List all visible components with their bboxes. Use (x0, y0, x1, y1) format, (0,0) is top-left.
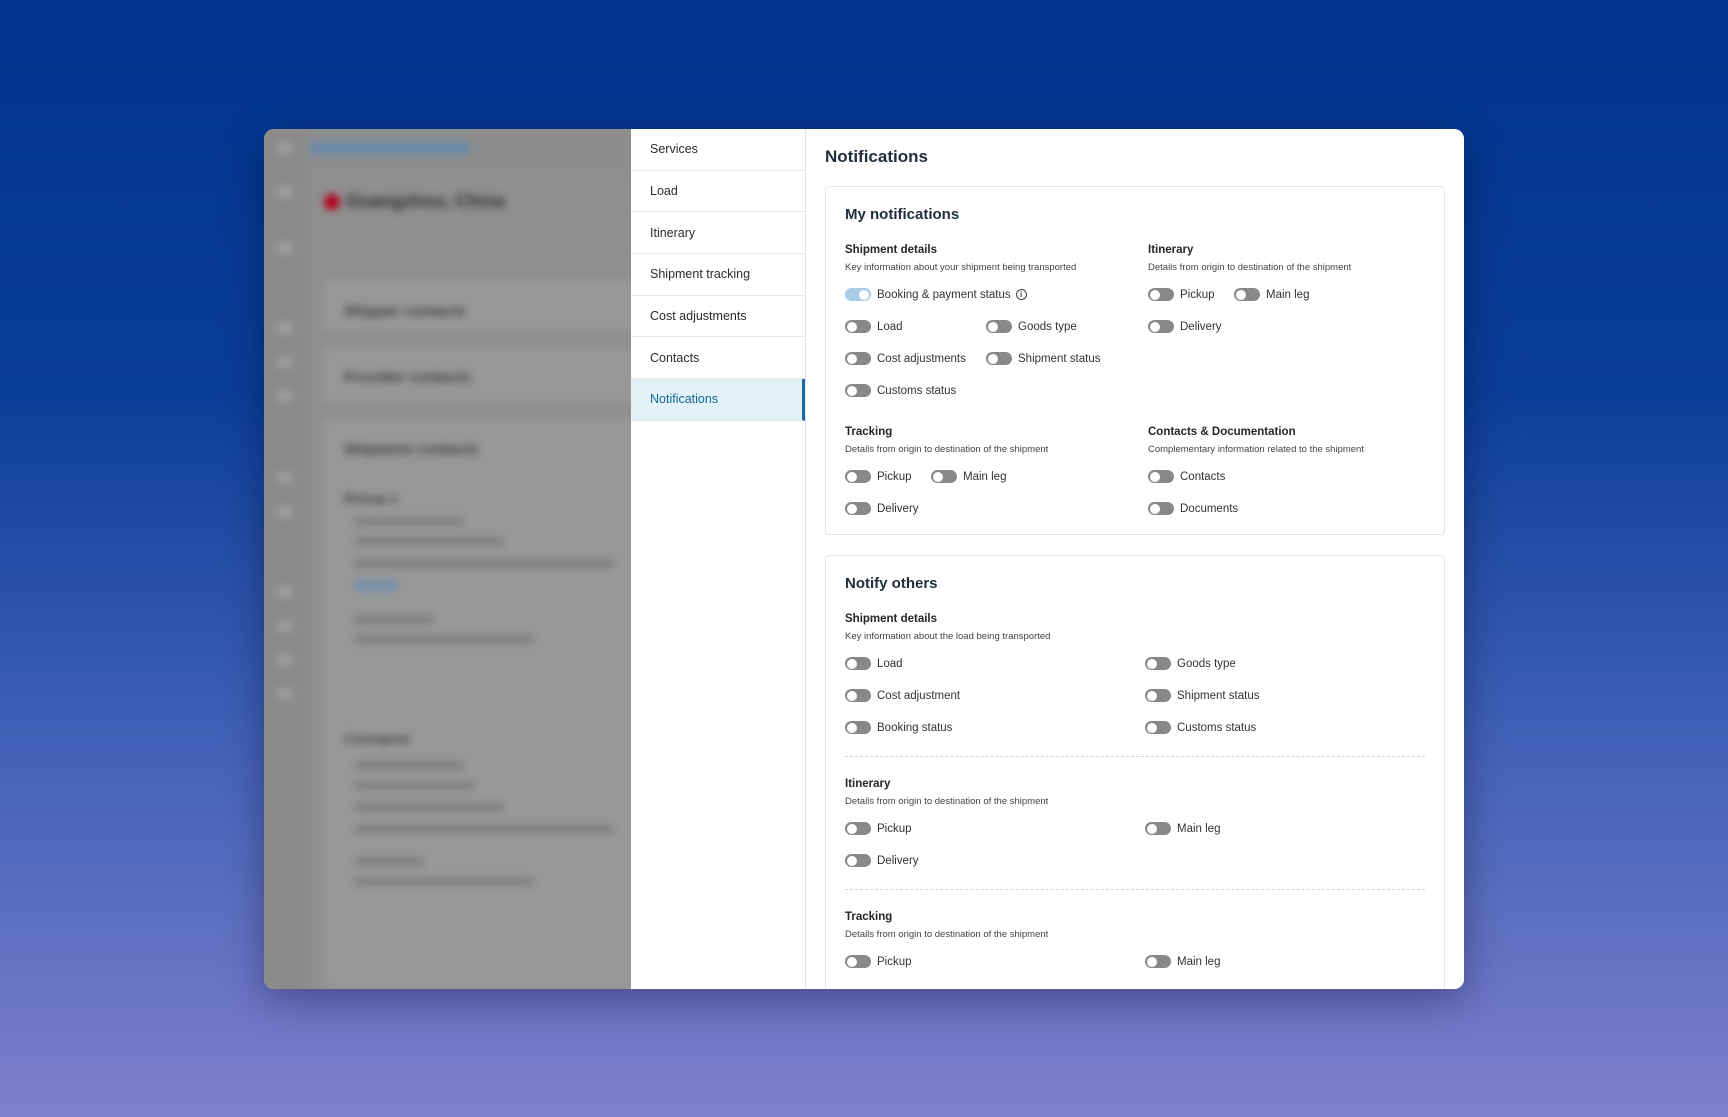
nav-item-contacts[interactable]: Contacts (631, 337, 805, 380)
toggle-switch[interactable] (845, 384, 871, 397)
toggle-others-shipment-status: Shipment status (1145, 689, 1259, 702)
toggle-switch[interactable] (1145, 689, 1171, 702)
toggle-documents: Documents (1148, 502, 1238, 515)
toggle-shipment-status: Shipment status (986, 352, 1100, 365)
toggle-switch[interactable] (1148, 470, 1174, 483)
toggle-cost-adjustments: Cost adjustments (845, 352, 966, 365)
card-title: Notify others (845, 575, 938, 592)
nav-item-notifications[interactable]: Notifications (631, 379, 805, 421)
toggle-switch[interactable] (1145, 721, 1171, 734)
notify-others-card: Notify others Shipment details Key infor… (825, 555, 1445, 989)
toggle-others-load: Load (845, 657, 903, 670)
my-notifications-card: My notifications Shipment details Key in… (825, 186, 1445, 535)
toggle-switch[interactable] (931, 470, 957, 483)
background-logo (310, 141, 470, 155)
nav-item-load[interactable]: Load (631, 171, 805, 213)
tracking-section: Tracking Details from origin to destinat… (845, 911, 1048, 940)
section-title: Tracking (845, 426, 893, 438)
info-icon[interactable]: i (1015, 289, 1027, 300)
toggle-others-tracking-pickup: Pickup (845, 955, 912, 968)
section-subtitle: Key information about your shipment bein… (845, 262, 1077, 273)
notifications-panel: Notifications My notifications Shipment … (806, 129, 1464, 989)
toggle-switch[interactable] (845, 721, 871, 734)
nav-item-cost-adjustments[interactable]: Cost adjustments (631, 296, 805, 338)
shipment-details-section: Shipment details Key information about t… (845, 613, 1050, 642)
section-title: Itinerary (1148, 244, 1194, 256)
toggle-switch[interactable] (845, 854, 871, 867)
itinerary-section: Itinerary Details from origin to destina… (1148, 244, 1351, 273)
toggle-goods-type: Goods type (986, 320, 1077, 333)
toggle-itinerary-delivery: Delivery (1148, 320, 1222, 333)
toggle-load: Load (845, 320, 903, 333)
toggle-others-itinerary-pickup: Pickup (845, 822, 912, 835)
section-nav: Services Load Itinerary Shipment trackin… (631, 129, 806, 989)
toggle-switch[interactable] (845, 955, 871, 968)
toggle-others-booking-status: Booking status (845, 721, 952, 734)
toggle-tracking-pickup: Pickup (845, 470, 912, 483)
page-title: Notifications (825, 147, 928, 166)
toggle-others-cost-adjustment: Cost adjustment (845, 689, 960, 702)
toggle-others-goods-type: Goods type (1145, 657, 1236, 670)
toggle-switch[interactable] (845, 822, 871, 835)
background-route: Guangzhou, China (324, 191, 505, 212)
section-divider (845, 889, 1425, 890)
section-title: Shipment details (845, 613, 938, 625)
background-card: Shipper contacts (324, 281, 631, 331)
section-divider (845, 756, 1425, 757)
section-subtitle: Complementary information related to the… (1148, 444, 1364, 455)
toggle-switch[interactable] (845, 352, 871, 365)
toggle-itinerary-main-leg: Main leg (1234, 288, 1309, 301)
toggle-others-itinerary-main-leg: Main leg (1145, 822, 1220, 835)
tracking-section: Tracking Details from origin to destinat… (845, 426, 1048, 455)
section-title: Shipment details (845, 244, 938, 256)
toggle-switch[interactable] (1148, 502, 1174, 515)
toggle-switch[interactable] (845, 689, 871, 702)
toggle-switch[interactable] (1145, 822, 1171, 835)
section-subtitle: Details from origin to destination of th… (845, 444, 1049, 455)
toggle-switch[interactable] (845, 502, 871, 515)
background-app-blurred: Guangzhou, China Shipper contacts Provid… (264, 129, 631, 989)
toggle-others-itinerary-delivery: Delivery (845, 854, 919, 867)
toggle-itinerary-pickup: Pickup (1148, 288, 1215, 301)
toggle-switch[interactable] (845, 470, 871, 483)
background-card: Shipment contacts Pickup 1 Consignee (324, 419, 631, 989)
section-title: Contacts & Documentation (1148, 426, 1296, 438)
shipment-details-section: Shipment details Key information about y… (845, 244, 1076, 273)
toggle-switch[interactable] (845, 288, 871, 301)
toggle-others-customs-status: Customs status (1145, 721, 1256, 734)
background-card: Provider contacts (324, 347, 631, 403)
toggle-switch[interactable] (1148, 320, 1174, 333)
toggle-switch[interactable] (845, 320, 871, 333)
toggle-others-tracking-main-leg: Main leg (1145, 955, 1220, 968)
nav-item-services[interactable]: Services (631, 129, 805, 171)
toggle-customs-status: Customs status (845, 384, 956, 397)
section-title: Tracking (845, 911, 893, 923)
toggle-switch[interactable] (986, 352, 1012, 365)
toggle-switch[interactable] (1148, 288, 1174, 301)
toggle-booking-payment-status: Booking & payment status i (845, 288, 1027, 301)
nav-item-shipment-tracking[interactable]: Shipment tracking (631, 254, 805, 296)
background-nav-rail (264, 129, 304, 989)
section-subtitle: Details from origin to destination of th… (1148, 262, 1352, 273)
toggle-switch[interactable] (845, 657, 871, 670)
section-title: Itinerary (845, 778, 891, 790)
nav-item-itinerary[interactable]: Itinerary (631, 212, 805, 255)
section-subtitle: Details from origin to destination of th… (845, 796, 1049, 807)
toggle-switch[interactable] (1145, 657, 1171, 670)
app-window: Guangzhou, China Shipper contacts Provid… (264, 129, 1464, 989)
toggle-switch[interactable] (1234, 288, 1260, 301)
contacts-documentation-section: Contacts & Documentation Complementary i… (1148, 426, 1364, 455)
toggle-contacts: Contacts (1148, 470, 1225, 483)
toggle-tracking-delivery: Delivery (845, 502, 919, 515)
section-subtitle: Details from origin to destination of th… (845, 929, 1049, 940)
toggle-switch[interactable] (1145, 955, 1171, 968)
itinerary-section: Itinerary Details from origin to destina… (845, 778, 1048, 807)
toggle-switch[interactable] (986, 320, 1012, 333)
toggle-tracking-main-leg: Main leg (931, 470, 1006, 483)
section-subtitle: Key information about the load being tra… (845, 631, 1051, 642)
card-title: My notifications (845, 206, 960, 223)
